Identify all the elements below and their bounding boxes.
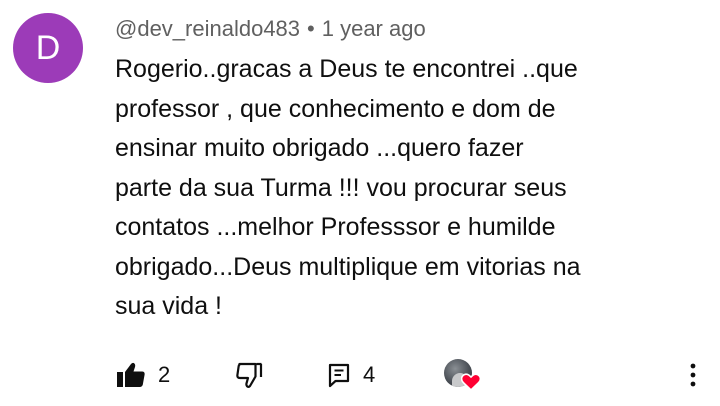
comment-action-bar: 2 4 (0, 355, 720, 395)
like-count: 2 (158, 362, 171, 387)
like-button[interactable]: 2 (116, 355, 170, 395)
thumbs-down-outline-icon (234, 361, 264, 389)
meta-separator: • (307, 16, 315, 41)
more-vertical-icon (681, 363, 705, 397)
thumbs-up-filled-icon (116, 362, 146, 388)
comment-text: Rogerio..gracas a Deus te encontrei ..qu… (115, 50, 675, 327)
comment-text-line: sua vida ! (115, 292, 223, 320)
reply-count: 4 (363, 362, 376, 387)
comment-timestamp[interactable]: 1 year ago (322, 16, 426, 41)
comment-header: @dev_reinaldo483 • 1 year ago (115, 14, 426, 44)
dislike-button[interactable] (234, 355, 264, 395)
comment-replies-icon (327, 362, 351, 388)
comment-text-line: parte da sua Turma !!! vou procurar seus (115, 173, 567, 202)
comment-text-line: contatos ...melhor Professsor e humilde (115, 213, 556, 241)
creator-heart-badge (444, 359, 482, 393)
comment-text-line: obrigado...Deus multiplique em vitorias … (115, 252, 581, 281)
comment-text-line: professor , que conhecimento e dom de (115, 94, 556, 123)
comment-text-line: ensinar muito obrigado ...quero fazer (115, 134, 524, 162)
more-options-button[interactable] (681, 357, 705, 393)
replies-button[interactable]: 4 (327, 355, 375, 395)
creator-heart-icon (460, 373, 482, 396)
author-handle[interactable]: @dev_reinaldo483 (115, 16, 300, 41)
comment-text-line: Rogerio..gracas a Deus te encontrei ..qu… (115, 55, 578, 83)
comment-card: D @dev_reinaldo483 • 1 year ago Rogerio..g… (0, 0, 720, 406)
author-avatar[interactable]: D (13, 13, 83, 83)
